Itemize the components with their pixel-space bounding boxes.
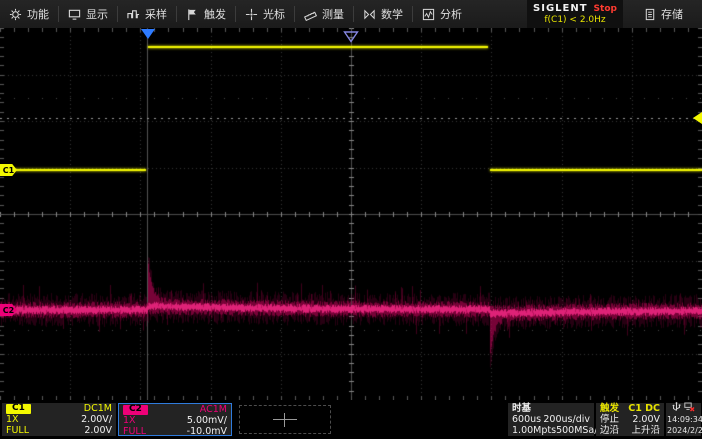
delay-reference-marker[interactable]	[343, 28, 359, 47]
trigger-level-marker[interactable]	[693, 112, 702, 124]
channel2-descriptor[interactable]: C2 AC1M 1X 5.00mV/ FULL -10.0mV	[118, 403, 232, 436]
channel1-bandwidth: FULL	[6, 425, 29, 436]
menu-label: 存储	[661, 6, 683, 22]
channel2-coupling: AC1M	[200, 404, 227, 415]
memory-depth: 1.00Mpts	[512, 425, 556, 436]
menu-utility[interactable]: 功能	[0, 0, 58, 28]
menu-label: 显示	[86, 6, 108, 22]
monitor-icon	[68, 8, 81, 21]
waveform-display[interactable]	[0, 28, 702, 400]
menu-trigger[interactable]: 触发	[177, 0, 235, 28]
trigger-type: 边沿	[600, 425, 619, 436]
statusbar: C1 DC1M 1X 2.00V/ FULL 2.00V C2 AC1M 1X …	[0, 400, 702, 439]
sample-wave-icon	[127, 8, 140, 21]
channel2-badge: C2	[123, 405, 148, 415]
trigger-status: 停止	[600, 414, 619, 425]
channel1-coupling: DC1M	[84, 403, 112, 414]
timebase-header: 时基	[512, 403, 531, 414]
menu-label: 触发	[204, 6, 226, 22]
trigger-position-marker[interactable]	[141, 29, 155, 39]
add-channel-placeholder[interactable]	[239, 405, 331, 434]
channel1-badge: C1	[6, 404, 31, 414]
timebase-descriptor[interactable]: 时基 600us 200us/div 1.00Mpts 500MSa/s	[508, 403, 594, 436]
status-block: SIGLENT Stop f(C1) < 2.0Hz	[527, 0, 623, 28]
channel2-probe: 1X	[123, 415, 136, 426]
menu-math[interactable]: 数学	[354, 0, 412, 28]
trigger-header: 触发	[600, 403, 619, 414]
menu-measure[interactable]: 测量	[295, 0, 353, 28]
menu-label: 光标	[263, 6, 285, 22]
datetime-panel: 14:09:34 2024/2/2	[666, 403, 701, 436]
menu-display[interactable]: 显示	[59, 0, 117, 28]
menu-acquire[interactable]: 采样	[118, 0, 176, 28]
menu-label: 功能	[27, 6, 49, 22]
menu-save[interactable]: 存储	[635, 0, 692, 28]
channel1-offset: 2.00V	[84, 425, 112, 436]
analysis-icon	[422, 8, 435, 21]
trigger-slope: 上升沿	[631, 425, 660, 436]
crosshair-icon	[245, 8, 258, 21]
menu-label: 数学	[381, 6, 403, 22]
menu-analysis[interactable]: 分析	[413, 0, 471, 28]
flag-icon	[186, 8, 199, 21]
save-icon	[644, 8, 656, 21]
channel2-bandwidth: FULL	[123, 426, 146, 437]
menu-label: 测量	[322, 6, 344, 22]
run-state-badge[interactable]: Stop	[594, 4, 617, 14]
oscilloscope-ui: { "menubar": { "items": [ {"label": "功能"…	[0, 0, 702, 439]
clock-date: 2024/2/2	[667, 425, 700, 436]
clock-time: 14:09:34	[667, 414, 700, 425]
channel2-offset: -10.0mV	[187, 426, 227, 437]
waveform-screen: C1 C2	[0, 28, 702, 400]
ruler-icon	[304, 8, 317, 21]
trigger-source: C1 DC	[628, 403, 660, 414]
trigger-descriptor[interactable]: 触发 C1 DC 停止 2.00V 边沿 上升沿	[596, 403, 664, 436]
timebase-scale: 200us/div	[543, 414, 590, 425]
channel1-scale: 2.00V/	[81, 414, 112, 425]
trigger-level: 2.00V	[632, 414, 660, 425]
add-channel-cross-icon	[273, 413, 297, 427]
gear-icon	[9, 8, 22, 21]
menu-cursors[interactable]: 光标	[236, 0, 294, 28]
timebase-delay: 600us	[512, 414, 541, 425]
channel1-probe: 1X	[6, 414, 19, 425]
menubar: 功能 显示 采样 触发 光标 测量 数学 分析 SIGLENT Stop f(C…	[0, 0, 702, 28]
math-icon	[363, 8, 376, 21]
menu-label: 分析	[440, 6, 462, 22]
channel2-scale: 5.00mV/	[187, 415, 227, 426]
menu-label: 采样	[145, 6, 167, 22]
channel1-descriptor[interactable]: C1 DC1M 1X 2.00V/ FULL 2.00V	[2, 403, 116, 436]
trigger-frequency-readout: f(C1) < 2.0Hz	[544, 15, 605, 25]
brand-logo: SIGLENT	[533, 3, 588, 14]
